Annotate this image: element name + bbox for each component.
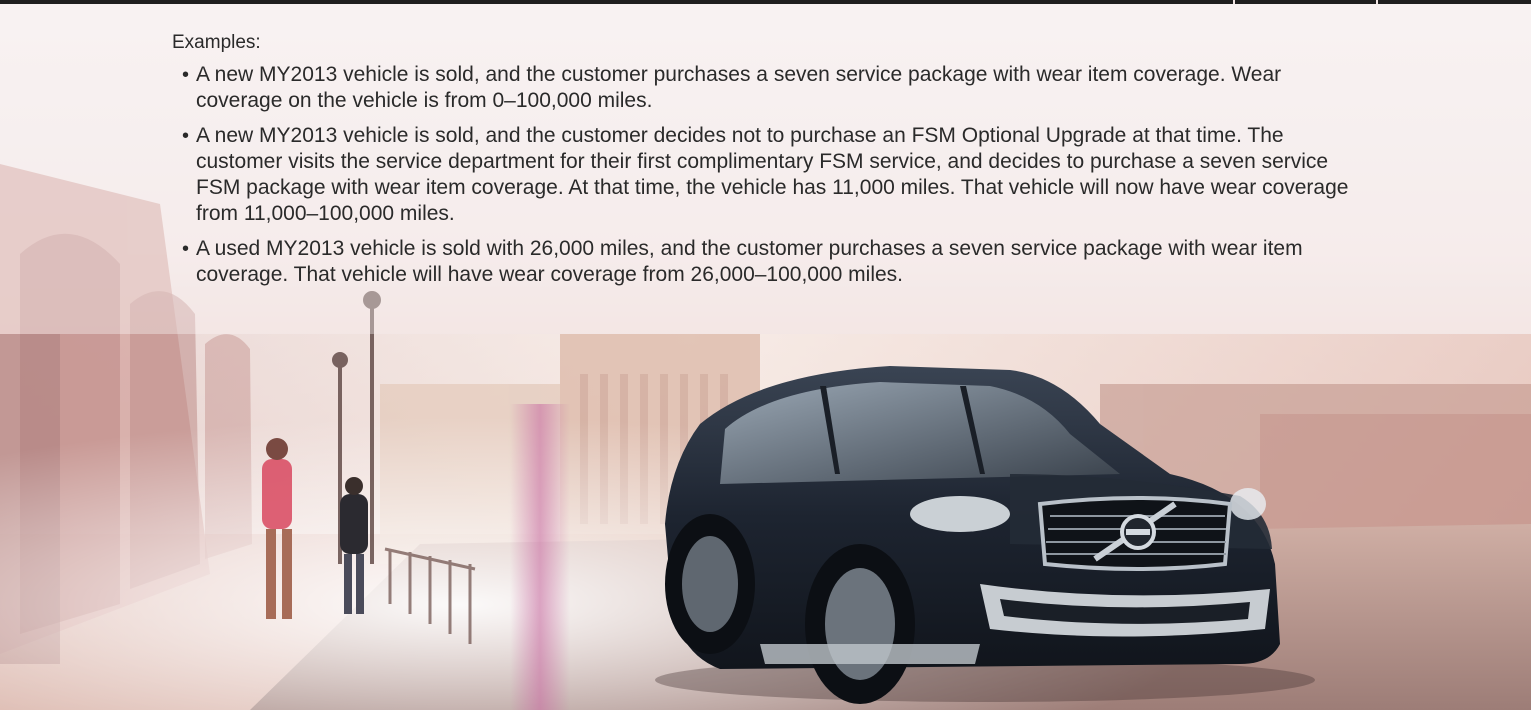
bullet: • bbox=[182, 125, 190, 147]
examples-heading: Examples: bbox=[172, 32, 261, 53]
headlight bbox=[1230, 488, 1266, 520]
example-text: A new MY2013 vehicle is sold, and the cu… bbox=[196, 124, 1349, 225]
bullet: • bbox=[182, 64, 190, 86]
bullet: • bbox=[182, 238, 190, 260]
example-text: A used MY2013 vehicle is sold with 26,00… bbox=[196, 237, 1303, 286]
example-text: A new MY2013 vehicle is sold, and the cu… bbox=[196, 63, 1282, 112]
example-list: • A new MY2013 vehicle is sold, and the … bbox=[172, 62, 1512, 288]
example-item: • A new MY2013 vehicle is sold, and the … bbox=[172, 62, 1366, 114]
examples-section: Examples: • A new MY2013 vehicle is sold… bbox=[172, 30, 1512, 297]
volvo-badge-icon bbox=[1120, 514, 1156, 550]
example-item: • A used MY2013 vehicle is sold with 26,… bbox=[172, 236, 1366, 288]
example-item: • A new MY2013 vehicle is sold, and the … bbox=[172, 123, 1366, 227]
headlight bbox=[910, 496, 1010, 532]
motion-blur bbox=[510, 404, 570, 710]
